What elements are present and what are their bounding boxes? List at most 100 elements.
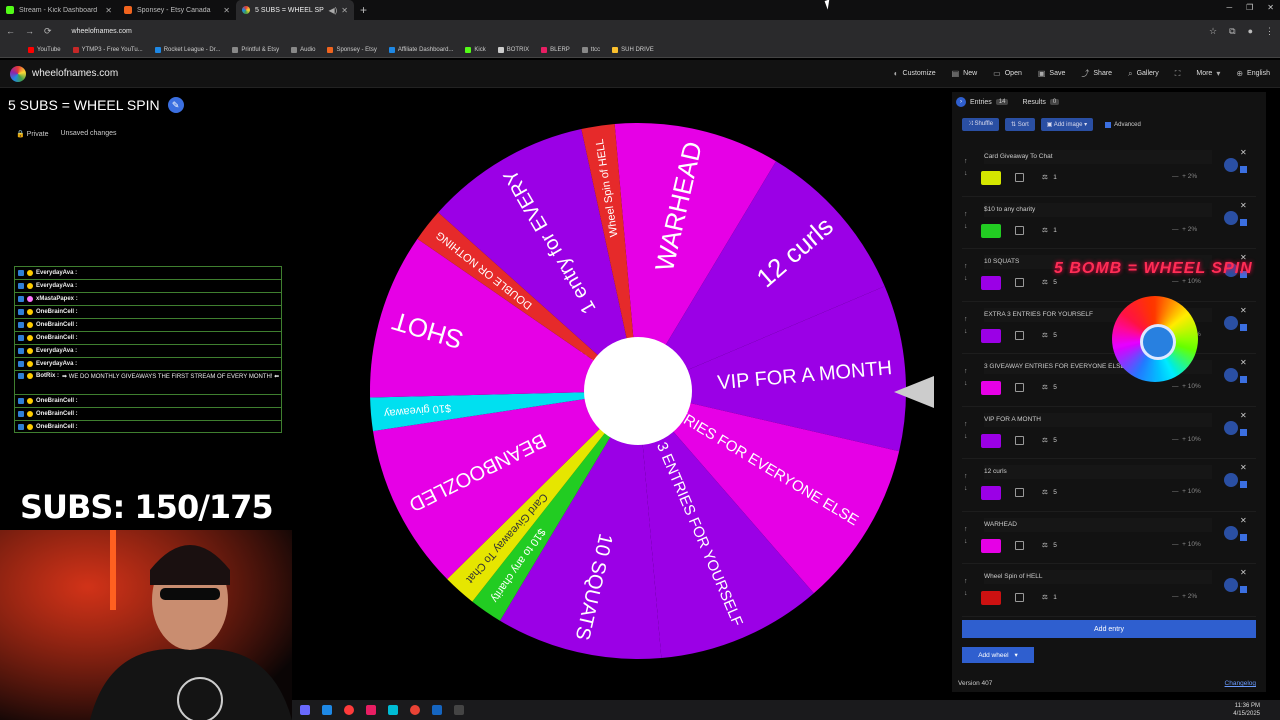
wheel-center-hub[interactable] (584, 337, 692, 445)
close-icon[interactable]: ✕ (341, 6, 348, 15)
enabled-checkbox[interactable] (1240, 586, 1247, 593)
bookmark[interactable]: YTMP3 - Free YouTu... (72, 46, 143, 53)
steam-icon[interactable] (322, 705, 332, 715)
app-icon[interactable] (366, 705, 376, 715)
reload-icon[interactable]: ⟳ (44, 26, 52, 37)
bookmark[interactable]: ttcc (581, 46, 600, 53)
image-icon[interactable] (1015, 593, 1024, 602)
browser-tab[interactable]: Stream - Kick Dashboard ✕ (0, 0, 118, 20)
reorder-arrows-icon[interactable]: ↑ ↓ (964, 209, 968, 233)
maximize-icon[interactable]: ❐ (1246, 3, 1253, 12)
close-window-icon[interactable]: ✕ (1267, 3, 1274, 12)
entry-color-swatch[interactable] (981, 381, 1001, 395)
entry-weight[interactable]: ⚖ 5 (1042, 383, 1057, 391)
changelog-link[interactable]: Changelog (1225, 680, 1256, 687)
bookmark[interactable]: Sponsey - Etsy (327, 46, 377, 53)
add-entry-button[interactable]: Add entry (962, 620, 1256, 638)
tab-entries[interactable]: › Entries 14 (956, 97, 1009, 107)
site-logo-icon[interactable] (10, 65, 26, 82)
image-icon[interactable] (1015, 435, 1024, 445)
entry-weight[interactable]: ⚖ 1 (1042, 593, 1057, 601)
reorder-arrows-icon[interactable]: ↑ ↓ (964, 576, 968, 600)
entry-name-field[interactable]: Card Giveaway To Chat (984, 150, 1212, 164)
bookmark[interactable]: Rocket League - Dr... (154, 46, 220, 53)
menu-lines-icon[interactable] (1224, 420, 1238, 435)
close-icon[interactable]: ✕ (223, 6, 230, 15)
close-icon[interactable]: ✕ (105, 6, 112, 15)
menu-lines-icon[interactable] (1224, 578, 1238, 592)
entry-color-swatch[interactable] (981, 486, 1001, 500)
image-icon[interactable] (1015, 330, 1024, 340)
browser-tab[interactable]: Sponsey - Etsy Canada ✕ (118, 0, 236, 20)
entry-weight[interactable]: ⚖ 5 (1042, 278, 1057, 286)
extensions-icon[interactable]: ⧉ (1229, 26, 1235, 37)
new-button[interactable]: ▤ New (952, 68, 978, 79)
menu-lines-icon[interactable] (1224, 158, 1238, 172)
fullscreen-button[interactable]: ⛶ (1175, 68, 1181, 79)
remove-entry-icon[interactable]: ✕ (1240, 306, 1247, 315)
reorder-arrows-icon[interactable]: ↑ ↓ (964, 366, 968, 390)
reorder-arrows-icon[interactable]: ↑ ↓ (964, 314, 968, 338)
remove-entry-icon[interactable]: ✕ (1240, 201, 1247, 210)
add-image-button[interactable]: ▣ Add image ▾ (1040, 118, 1094, 131)
save-button[interactable]: ▣ Save (1038, 68, 1066, 79)
image-icon[interactable] (1015, 225, 1024, 235)
open-button[interactable]: ▭ Open (993, 68, 1022, 79)
chevron-down-icon[interactable]: ▾ (1015, 651, 1018, 659)
new-tab-icon[interactable]: + (360, 3, 367, 17)
browser-tab-active[interactable]: 5 SUBS = WHEEL SPIN ◀) ✕ (236, 0, 354, 20)
menu-lines-icon[interactable] (1224, 315, 1238, 330)
entry-weight[interactable]: ⚖ 5 (1042, 541, 1057, 549)
menu-lines-icon[interactable] (1224, 525, 1238, 540)
entry-weight[interactable]: ⚖ 1 (1042, 226, 1057, 234)
entry-name-field[interactable]: WARHEAD (984, 517, 1212, 532)
entry-weight[interactable]: ⚖ 5 (1042, 436, 1057, 444)
entry-name-field[interactable]: Wheel Spin of HELL (984, 570, 1212, 584)
enabled-checkbox[interactable] (1240, 533, 1247, 541)
reorder-arrows-icon[interactable]: ↑ ↓ (964, 156, 968, 180)
system-clock[interactable]: 11:36 PM 4/15/2025 (1233, 702, 1260, 718)
kebab-menu-icon[interactable]: ⋮ (1265, 26, 1274, 37)
bookmark[interactable]: Affiliate Dashboard... (388, 46, 453, 53)
forward-icon[interactable]: → (25, 26, 34, 37)
share-button[interactable]: ⤴ Share (1081, 68, 1112, 79)
image-icon[interactable] (1015, 278, 1024, 287)
terminal-icon[interactable] (454, 705, 464, 715)
menu-lines-icon[interactable] (1224, 368, 1238, 382)
enabled-checkbox[interactable] (1240, 376, 1247, 383)
bookmark[interactable]: Kick (465, 46, 486, 53)
site-name[interactable]: wheelofnames.com (32, 68, 118, 79)
wheel[interactable]: WARHEAD 12 curls VIP FOR A MONTH 3 GIVEAWAY… (366, 119, 910, 663)
entry-color-swatch[interactable] (981, 328, 1001, 343)
bookmark[interactable]: SUH DRIVE (612, 46, 654, 53)
enabled-checkbox[interactable] (1240, 481, 1247, 488)
image-icon[interactable] (1015, 383, 1024, 392)
language-button[interactable]: ⊕ English (1236, 68, 1270, 79)
entry-weight[interactable]: ⚖ 5 (1042, 331, 1057, 339)
entry-color-swatch[interactable] (981, 171, 1001, 185)
app-icon[interactable] (388, 705, 398, 715)
wheel-svg[interactable]: WARHEAD 12 curlsVIP FOR A MONTH3 GIVEAWAY… (366, 119, 910, 663)
bookmark[interactable]: Printful & Etsy (232, 46, 279, 53)
remove-entry-icon[interactable]: ✕ (1240, 148, 1247, 157)
menu-lines-icon[interactable] (1224, 210, 1238, 225)
entry-name-field[interactable]: VIP FOR A MONTH (984, 412, 1212, 427)
bookmark[interactable]: YouTube (28, 46, 61, 53)
image-icon[interactable] (1015, 488, 1024, 497)
customize-button[interactable]: ◐ Customize (894, 68, 936, 79)
remove-entry-icon[interactable]: ✕ (1240, 516, 1247, 525)
star-icon[interactable]: ☆ (1209, 26, 1217, 37)
entry-color-swatch[interactable] (981, 433, 1001, 448)
sort-button[interactable]: ⇅ Sort (1005, 118, 1035, 131)
enabled-checkbox[interactable] (1240, 323, 1247, 331)
entry-color-swatch[interactable] (981, 591, 1001, 605)
advanced-checkbox[interactable]: Advanced (1105, 121, 1141, 128)
entry-color-swatch[interactable] (981, 538, 1001, 553)
profile-icon[interactable]: ● (1248, 26, 1253, 37)
back-icon[interactable]: ← (6, 26, 15, 37)
entry-name-field[interactable]: $10 to any charity (984, 202, 1212, 217)
app-icon[interactable] (300, 705, 310, 715)
entry-color-swatch[interactable] (981, 223, 1001, 238)
remove-entry-icon[interactable]: ✕ (1240, 358, 1247, 367)
menu-lines-icon[interactable] (1224, 473, 1238, 487)
